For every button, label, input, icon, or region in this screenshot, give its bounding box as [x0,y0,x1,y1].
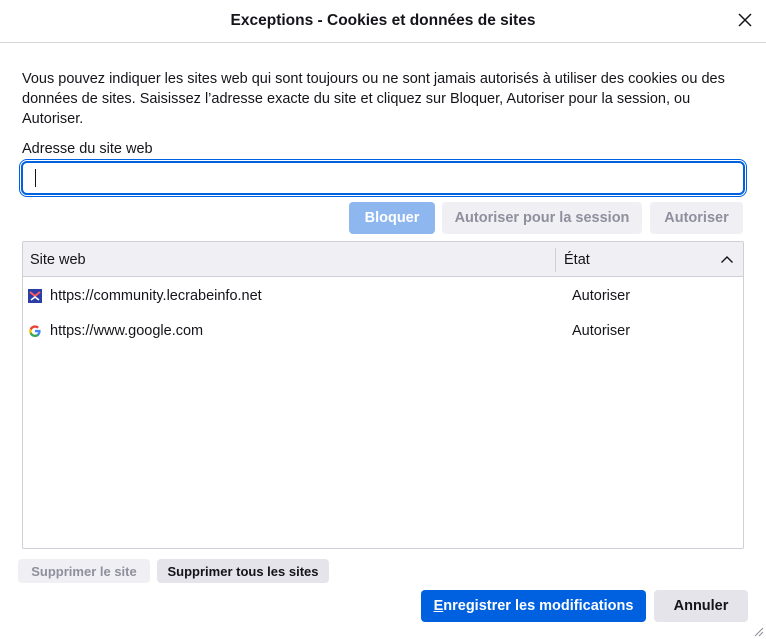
row-site: https://community.lecrabeinfo.net [50,288,262,304]
cancel-button[interactable]: Annuler [654,590,748,622]
table-row[interactable]: https://www.google.com Autoriser [23,314,743,348]
text-caret [35,169,36,187]
allow-button[interactable]: Autoriser [650,202,743,234]
close-icon [738,13,752,27]
sites-table[interactable]: Site web État https://community.lecrabei… [22,241,744,549]
title-bar: Exceptions - Cookies et données de sites [0,0,766,43]
column-divider[interactable] [555,248,556,272]
block-button[interactable]: Bloquer [349,202,435,234]
google-favicon-icon [29,325,41,337]
address-label: Adresse du site web [22,141,153,157]
column-header-state[interactable]: État [564,252,590,268]
remove-site-button[interactable]: Supprimer le site [18,559,150,583]
row-site: https://www.google.com [50,323,204,339]
dialog-description: Vous pouvez indiquer les sites web qui s… [22,71,725,127]
save-access-key: E [433,598,444,614]
column-header-site[interactable]: Site web [30,252,86,268]
dialog-title: Exceptions - Cookies et données de sites [230,12,536,29]
close-button[interactable] [734,9,756,31]
row-state: Autoriser [572,323,631,339]
save-changes-button[interactable]: Enregistrer les modifications [421,590,646,622]
save-label: nregistrer les modifications [443,598,634,614]
remove-all-sites-button[interactable]: Supprimer tous les sites [157,559,329,583]
table-header: Site web État [23,242,743,277]
resize-grip-icon[interactable] [752,625,764,637]
lecrabeinfo-favicon-icon [28,289,42,303]
table-row[interactable]: https://community.lecrabeinfo.net Autori… [23,279,743,313]
row-state: Autoriser [572,288,631,304]
allow-session-button[interactable]: Autoriser pour la session [442,202,642,234]
address-input[interactable] [19,159,747,197]
sort-ascending-icon[interactable] [720,253,734,267]
